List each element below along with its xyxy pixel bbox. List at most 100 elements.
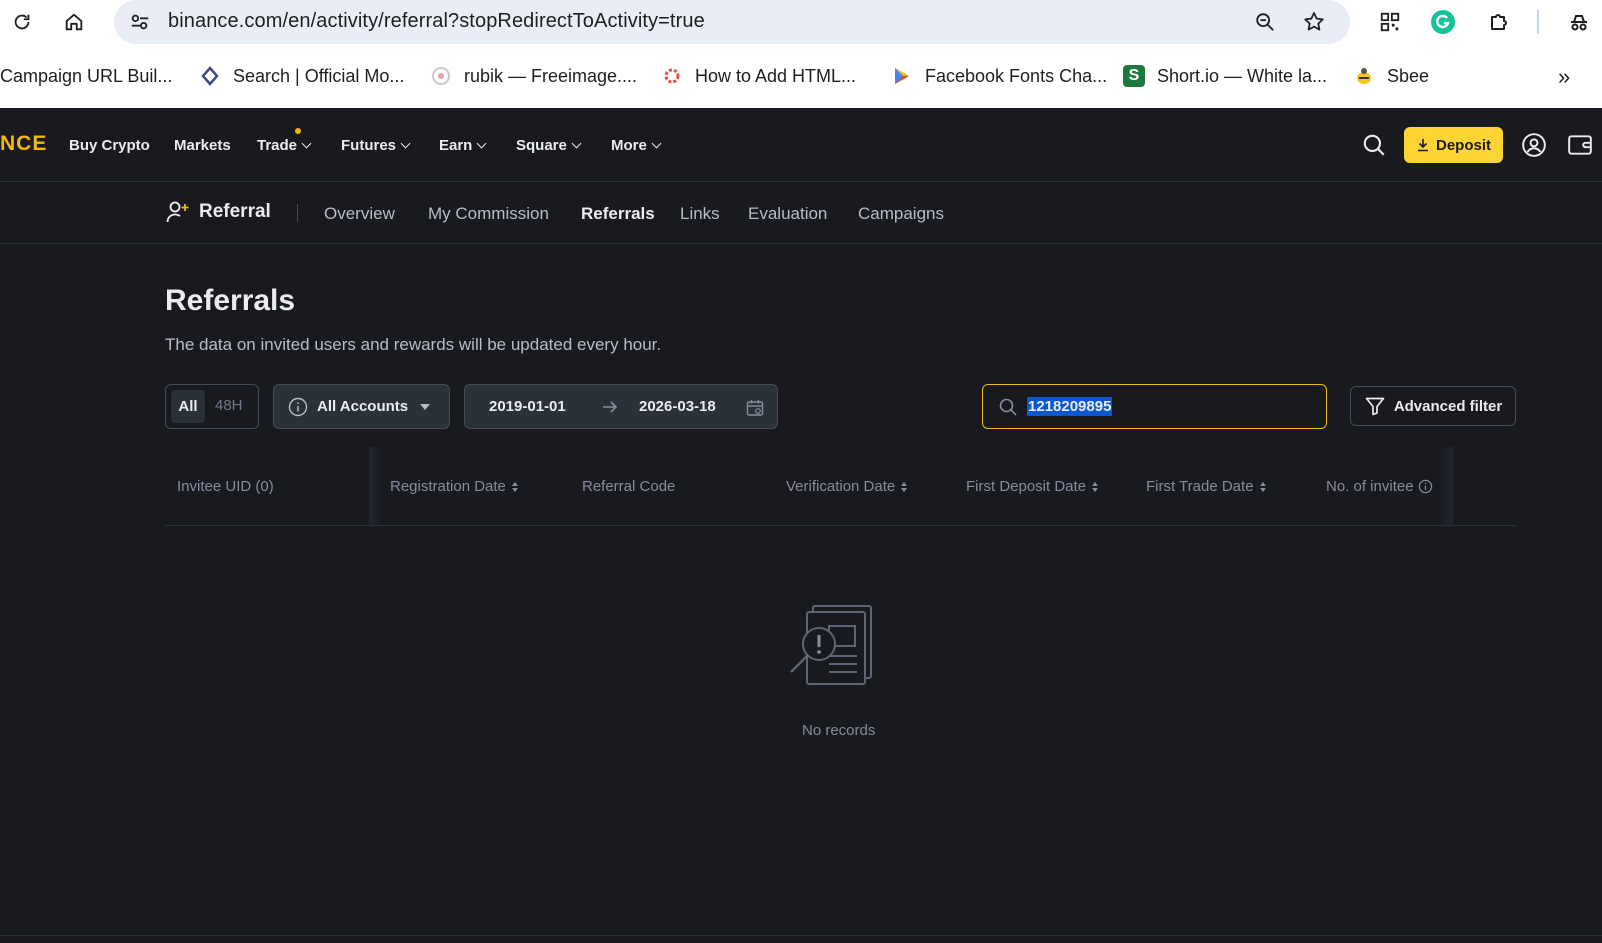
bookmark-label: How to Add HTML... (695, 65, 857, 86)
zoom-icon[interactable] (1252, 9, 1278, 35)
reload-icon[interactable] (8, 8, 36, 36)
deposit-button[interactable]: Deposit (1404, 127, 1503, 163)
sticky-column-shadow (369, 447, 383, 525)
bookmark-label: Sbee (1387, 65, 1430, 86)
bookmark-campaign-url[interactable]: Campaign URL Buil... (0, 64, 172, 88)
filter-funnel-icon (1365, 397, 1385, 416)
arrow-right-icon (599, 396, 621, 418)
chevron-down-icon (301, 138, 312, 148)
referrals-table-header: Invitee UID (0) Registration Date Referr… (165, 447, 1516, 526)
nav-label: Buy Crypto (69, 137, 150, 154)
bee-favicon-icon (1353, 65, 1375, 87)
grammarly-icon[interactable] (1429, 8, 1457, 36)
advanced-filter-button[interactable]: Advanced filter (1350, 386, 1516, 426)
col-registration-date[interactable]: Registration Date (390, 478, 518, 495)
page-subtitle: The data on invited users and rewards wi… (165, 335, 662, 354)
url-text[interactable]: binance.com/en/activity/referral?stopRed… (168, 10, 705, 33)
search-input[interactable]: 1218209895 (982, 384, 1327, 429)
range-all-button[interactable]: All (171, 390, 205, 423)
bookmark-short-io[interactable]: S Short.io — White la... (1123, 64, 1327, 88)
nav-square[interactable]: Square (516, 137, 582, 154)
range-48h-button[interactable]: 48H (215, 397, 243, 414)
address-bar-row: binance.com/en/activity/referral?stopRed… (0, 0, 1602, 44)
empty-state-text: No records (802, 722, 876, 739)
play-store-favicon-icon (891, 65, 913, 87)
bookmark-facebook-fonts[interactable]: Facebook Fonts Cha... (891, 64, 1107, 88)
bookmark-label: Campaign URL Buil... (0, 65, 173, 86)
bookmarks-overflow-icon[interactable]: » (1558, 64, 1570, 90)
sort-icon (901, 481, 908, 492)
nav-buy-crypto[interactable]: Buy Crypto (69, 137, 150, 154)
sort-icon (511, 481, 518, 492)
binance-logo[interactable]: NCE (0, 132, 47, 156)
nav-more[interactable]: More (611, 137, 662, 154)
bookmark-star-icon[interactable] (1301, 9, 1327, 35)
sort-icon (1092, 481, 1099, 492)
referral-subnav: Referral Overview My Commission Referral… (0, 182, 1602, 244)
account-select-value: All Accounts (317, 398, 409, 415)
column-label: First Trade Date (1146, 478, 1254, 495)
info-icon (288, 397, 308, 417)
nav-label: Futures (341, 137, 397, 154)
column-label: Invitee UID (0) (177, 478, 274, 495)
page-title: Referrals (165, 284, 296, 317)
referral-title-label: Referral (199, 201, 271, 222)
tab-referrals[interactable]: Referrals (581, 204, 655, 224)
nav-label: Square (516, 137, 567, 154)
qr-code-icon[interactable] (1376, 8, 1404, 36)
account-select[interactable]: All Accounts (273, 384, 450, 429)
tab-campaigns[interactable]: Campaigns (858, 204, 944, 224)
date-from[interactable]: 2019-01-01 (489, 398, 566, 415)
column-label: Referral Code (582, 478, 676, 495)
no-records-illustration-icon (790, 605, 872, 685)
nav-label: Earn (439, 137, 473, 154)
toolbar-separator (1537, 10, 1539, 34)
scroll-shadow-right (1439, 447, 1453, 525)
red-gear-favicon-icon (661, 65, 683, 87)
col-verification-date[interactable]: Verification Date (786, 478, 908, 495)
home-icon[interactable] (60, 8, 88, 36)
tab-evaluation[interactable]: Evaluation (748, 204, 827, 224)
wallet-icon[interactable] (1565, 130, 1595, 160)
referral-title[interactable]: Referral (165, 199, 271, 225)
bookmark-label: rubik — Freeimage.... (464, 65, 638, 86)
date-to[interactable]: 2026-03-18 (639, 398, 716, 415)
col-first-trade-date[interactable]: First Trade Date (1146, 478, 1266, 495)
nav-earn[interactable]: Earn (439, 137, 487, 154)
bottom-divider (0, 935, 1602, 936)
bookmark-label: Short.io — White la... (1157, 65, 1328, 86)
deposit-label: Deposit (1435, 136, 1491, 154)
bookmark-rubik[interactable]: rubik — Freeimage.... (430, 64, 637, 88)
short-io-favicon-icon: S (1123, 65, 1145, 87)
date-range-picker[interactable]: 2019-01-01 2026-03-18 (464, 384, 778, 429)
search-input-value[interactable]: 1218209895 (1027, 397, 1113, 416)
search-icon (997, 396, 1019, 418)
info-icon[interactable] (1418, 479, 1433, 494)
bookmark-html[interactable]: How to Add HTML... (661, 64, 856, 88)
bookmark-search-official[interactable]: Search | Official Mo... (199, 64, 404, 88)
nav-trade[interactable]: Trade (257, 137, 312, 154)
nav-label: Trade (257, 137, 298, 154)
tab-overview[interactable]: Overview (324, 204, 395, 224)
subnav-divider (297, 204, 298, 222)
omnibox[interactable]: binance.com/en/activity/referral?stopRed… (114, 0, 1350, 44)
nav-markets[interactable]: Markets (174, 137, 231, 154)
calendar-icon[interactable] (744, 397, 766, 419)
tab-my-commission[interactable]: My Commission (428, 204, 549, 224)
tab-links[interactable]: Links (680, 204, 720, 224)
profile-incognito-icon[interactable] (1565, 8, 1593, 36)
caret-down-icon (420, 404, 430, 410)
column-label: No. of invitee (1326, 478, 1414, 495)
sort-icon (1259, 481, 1266, 492)
chevron-down-icon (476, 138, 487, 148)
site-settings-icon[interactable] (128, 10, 152, 34)
user-profile-icon[interactable] (1519, 130, 1549, 160)
advanced-filter-label: Advanced filter (1393, 397, 1503, 415)
col-first-deposit-date[interactable]: First Deposit Date (966, 478, 1099, 495)
bookmark-label: Search | Official Mo... (233, 65, 405, 86)
chevron-down-icon (571, 138, 582, 148)
extensions-puzzle-icon[interactable] (1485, 8, 1513, 36)
bookmark-sbee[interactable]: Sbee (1353, 64, 1429, 88)
nav-futures[interactable]: Futures (341, 137, 411, 154)
search-icon[interactable] (1359, 130, 1389, 160)
